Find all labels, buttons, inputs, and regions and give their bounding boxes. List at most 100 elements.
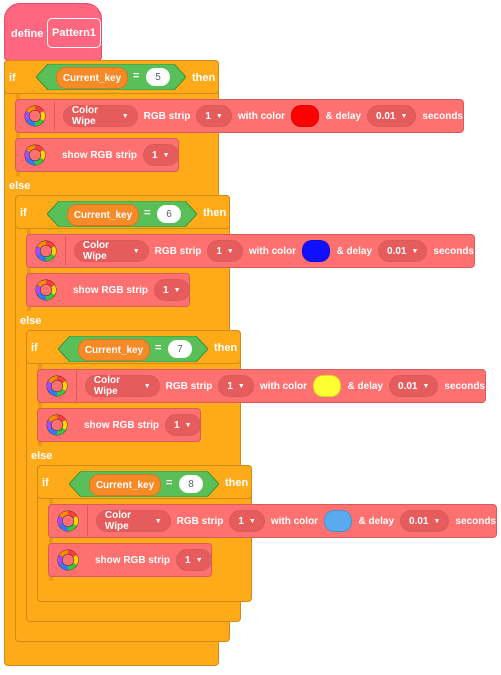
color-wipe-block-3[interactable]: Color Wipe ▼ RGB strip 1 ▼ with color & de… [37,369,486,403]
var-current-key-4[interactable]: Current_key [89,474,161,496]
effect-dropdown[interactable]: Color Wipe ▼ [95,510,171,532]
caret-down-icon: ▼ [195,556,203,564]
delay-label: & delay [347,380,384,392]
show-strip-dropdown[interactable]: 1 ▼ [165,414,201,436]
rgb-ring-icon [24,144,46,166]
caret-down-icon: ▼ [422,382,430,390]
var-current-key-1[interactable]: Current_key [56,67,128,89]
delay-dropdown[interactable]: 0.01 ▼ [389,375,439,397]
color-swatch[interactable] [313,375,342,397]
caret-down-icon: ▼ [400,112,408,120]
caret-down-icon: ▼ [433,517,441,525]
delay-label: & delay [358,515,395,527]
then-label-1: then [192,72,216,84]
effect-value: Color Wipe [93,375,120,397]
strip-label: RGB strip [165,380,213,392]
if-label-2: if [20,207,27,219]
rgb-ring-icon [46,414,68,436]
with-color-label: with color [237,110,286,122]
strip-dropdown[interactable]: 1 ▼ [218,375,254,397]
color-swatch[interactable] [302,240,331,262]
value-input-3[interactable]: 7 [168,340,192,358]
var-current-key-3[interactable]: Current_key [78,339,150,361]
color-swatch[interactable] [291,105,320,127]
strip-value: 1 [216,245,222,257]
then-label-4: then [225,477,249,489]
caret-down-icon: ▼ [143,382,151,390]
seconds-label: seconds [433,245,474,257]
effect-dropdown[interactable]: Color Wipe ▼ [73,240,149,262]
strip-dropdown[interactable]: 1 ▼ [207,240,243,262]
caret-down-icon: ▼ [154,517,162,525]
condition-equals-1[interactable]: Current_key = 5 [36,64,186,90]
show-strip-label: show RGB strip [84,419,160,431]
delay-value: 0.01 [409,515,429,527]
show-strip-label: show RGB strip [62,149,138,161]
strip-value: 1 [238,515,244,527]
then-label-3: then [214,342,238,354]
effect-dropdown[interactable]: Color Wipe ▼ [84,375,160,397]
show-strip-dropdown[interactable]: 1 ▼ [154,279,190,301]
delay-dropdown[interactable]: 0.01 ▼ [400,510,450,532]
else-label-1: else [9,180,31,192]
show-strip-block-3[interactable]: show RGB strip 1 ▼ [37,408,201,442]
effect-value: Color Wipe [104,510,131,532]
var-current-key-2[interactable]: Current_key [67,204,139,226]
show-strip-dropdown[interactable]: 1 ▼ [143,144,179,166]
strip-dropdown[interactable]: 1 ▼ [196,105,232,127]
with-color-label: with color [270,515,319,527]
procedure-name: Pattern1 [51,27,97,39]
color-wipe-block-2[interactable]: Color Wipe ▼ RGB strip 1 ▼ with color & de… [26,234,475,268]
show-strip-label: show RGB strip [73,284,149,296]
with-color-label: with color [259,380,308,392]
delay-value: 0.01 [376,110,396,122]
rgb-ring-icon [57,549,79,571]
show-strip-label: show RGB strip [95,554,171,566]
rgb-ring-icon [35,279,57,301]
value-input-1[interactable]: 5 [146,68,170,86]
show-strip-block-1[interactable]: show RGB strip 1 ▼ [15,138,179,172]
strip-label: RGB strip [176,515,224,527]
delay-dropdown[interactable]: 0.01 ▼ [378,240,428,262]
equals-sign-2: = [144,207,151,219]
block-divider [76,371,77,401]
value-input-4[interactable]: 8 [179,475,203,493]
else-label-2: else [20,315,42,327]
else-label-3: else [31,450,53,462]
block-divider [54,101,55,131]
show-strip-dropdown[interactable]: 1 ▼ [176,549,212,571]
strip-dropdown[interactable]: 1 ▼ [229,510,265,532]
rgb-ring-icon [24,105,46,127]
caret-down-icon: ▼ [226,247,234,255]
procedure-prototype[interactable]: Pattern1 [47,18,101,48]
caret-down-icon: ▼ [248,517,256,525]
color-wipe-block-1[interactable]: Color Wipe ▼ RGB strip 1 ▼ with color & de… [15,99,464,133]
strip-label: RGB strip [143,110,191,122]
equals-sign-3: = [155,342,162,354]
if-label-4: if [42,477,49,489]
show-strip-block-2[interactable]: show RGB strip 1 ▼ [26,273,190,307]
define-block[interactable]: define Pattern1 [4,3,102,61]
equals-sign-1: = [133,70,140,82]
color-wipe-block-4[interactable]: Color Wipe ▼ RGB strip 1 ▼ with color & de… [48,504,497,538]
delay-dropdown[interactable]: 0.01 ▼ [367,105,417,127]
color-swatch[interactable] [324,510,353,532]
condition-equals-3[interactable]: Current_key = 7 [58,336,208,362]
effect-dropdown[interactable]: Color Wipe ▼ [62,105,138,127]
caret-down-icon: ▼ [215,112,223,120]
strip-value: 1 [227,380,233,392]
show-strip-value: 1 [152,149,158,161]
condition-equals-4[interactable]: Current_key = 8 [69,471,219,497]
show-strip-block-4[interactable]: show RGB strip 1 ▼ [48,543,212,577]
show-strip-value: 1 [163,284,169,296]
rgb-ring-icon [35,240,57,262]
rgb-ring-icon [57,510,79,532]
condition-equals-2[interactable]: Current_key = 6 [47,201,197,227]
seconds-label: seconds [444,380,485,392]
value-input-2[interactable]: 6 [157,205,181,223]
show-strip-value: 1 [174,419,180,431]
seconds-label: seconds [455,515,496,527]
block-divider [65,236,66,266]
caret-down-icon: ▼ [121,112,129,120]
caret-down-icon: ▼ [162,151,170,159]
